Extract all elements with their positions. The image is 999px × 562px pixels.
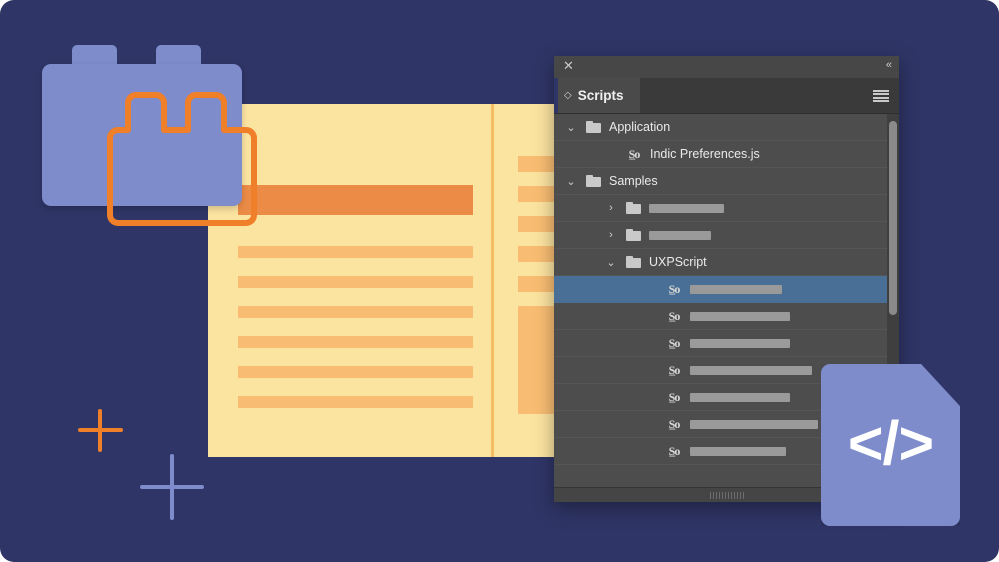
book-text-line [238, 366, 473, 378]
redacted-label [690, 312, 790, 321]
tree-row[interactable]: ⌄ Samples [554, 168, 899, 195]
book-text-line [238, 306, 473, 318]
tree-row-label: Application [609, 120, 670, 134]
redacted-label [649, 231, 711, 240]
chevron-down-icon[interactable]: ⌄ [564, 120, 578, 134]
plugin-brick-outline [102, 89, 262, 231]
tree-row[interactable]: S̲o [554, 276, 899, 303]
folder-icon [626, 229, 641, 241]
book-spine [491, 104, 494, 457]
chevron-right-icon[interactable]: › [604, 228, 618, 242]
book-text-line [238, 276, 473, 288]
twisty-spacer [644, 390, 658, 404]
script-file-icon: S̲o [666, 309, 682, 324]
tree-row[interactable]: ⌄ Application [554, 114, 899, 141]
redacted-label [690, 285, 782, 294]
chevron-down-icon[interactable]: ⌄ [564, 174, 578, 188]
twisty-spacer [644, 444, 658, 458]
close-icon[interactable]: ✕ [562, 59, 575, 72]
script-file-icon: S̲o [666, 390, 682, 405]
redacted-label [649, 204, 724, 213]
book-text-line [238, 336, 473, 348]
tree-row[interactable]: › [554, 195, 899, 222]
book-text-line [238, 246, 473, 258]
twisty-spacer [644, 282, 658, 296]
twisty-spacer [644, 417, 658, 431]
folder-icon [586, 175, 601, 187]
collapse-chevrons-icon[interactable]: « [886, 59, 891, 72]
tree-row[interactable]: S̲o [554, 303, 899, 330]
illustration-canvas: ✕ « ◇ Scripts ⌄ Application S̲o Indic Prefe… [0, 0, 999, 562]
twisty-spacer [644, 309, 658, 323]
redacted-label [690, 393, 790, 402]
code-glyph: </> [848, 413, 933, 474]
twisty-spacer [644, 336, 658, 350]
book-highlight-bar [238, 185, 473, 215]
script-file-icon: S̲o [666, 444, 682, 459]
folder-icon [586, 121, 601, 133]
tab-scripts-label: Scripts [578, 88, 624, 103]
panel-tab-bar: ◇ Scripts [554, 78, 899, 114]
script-file-icon: S̲o [666, 336, 682, 351]
twisty-spacer [644, 363, 658, 377]
hamburger-menu-icon[interactable] [873, 90, 889, 102]
folder-icon [626, 256, 641, 268]
tree-row[interactable]: ⌄ UXPScript [554, 249, 899, 276]
script-file-icon: S̲o [666, 363, 682, 378]
redacted-label [690, 420, 818, 429]
script-file-icon: S̲o [666, 282, 682, 297]
redacted-label [690, 366, 812, 375]
redacted-label [690, 339, 790, 348]
crosshair-small-vertical [98, 409, 102, 452]
resize-grip-icon[interactable] [710, 492, 744, 499]
tab-scripts[interactable]: ◇ Scripts [554, 78, 640, 113]
tree-row[interactable]: › [554, 222, 899, 249]
code-file-badge: </> [821, 364, 960, 526]
twisty-spacer [604, 147, 618, 161]
tree-scrollbar-thumb[interactable] [889, 121, 897, 315]
book-text-line [238, 396, 473, 408]
tree-row-label: Samples [609, 174, 658, 188]
crosshair-large-vertical [170, 454, 174, 520]
script-file-icon: S̲o [626, 147, 642, 162]
tree-row-label: Indic Preferences.js [650, 147, 760, 161]
script-file-icon: S̲o [666, 417, 682, 432]
tree-row-label: UXPScript [649, 255, 707, 269]
tree-row[interactable]: S̲o [554, 330, 899, 357]
tree-row[interactable]: S̲o Indic Preferences.js [554, 141, 899, 168]
folder-icon [626, 202, 641, 214]
redacted-label [690, 447, 786, 456]
tab-diamond-icon: ◇ [564, 91, 572, 101]
panel-title-bar: ✕ « [554, 56, 899, 78]
chevron-down-icon[interactable]: ⌄ [604, 255, 618, 269]
chevron-right-icon[interactable]: › [604, 201, 618, 215]
